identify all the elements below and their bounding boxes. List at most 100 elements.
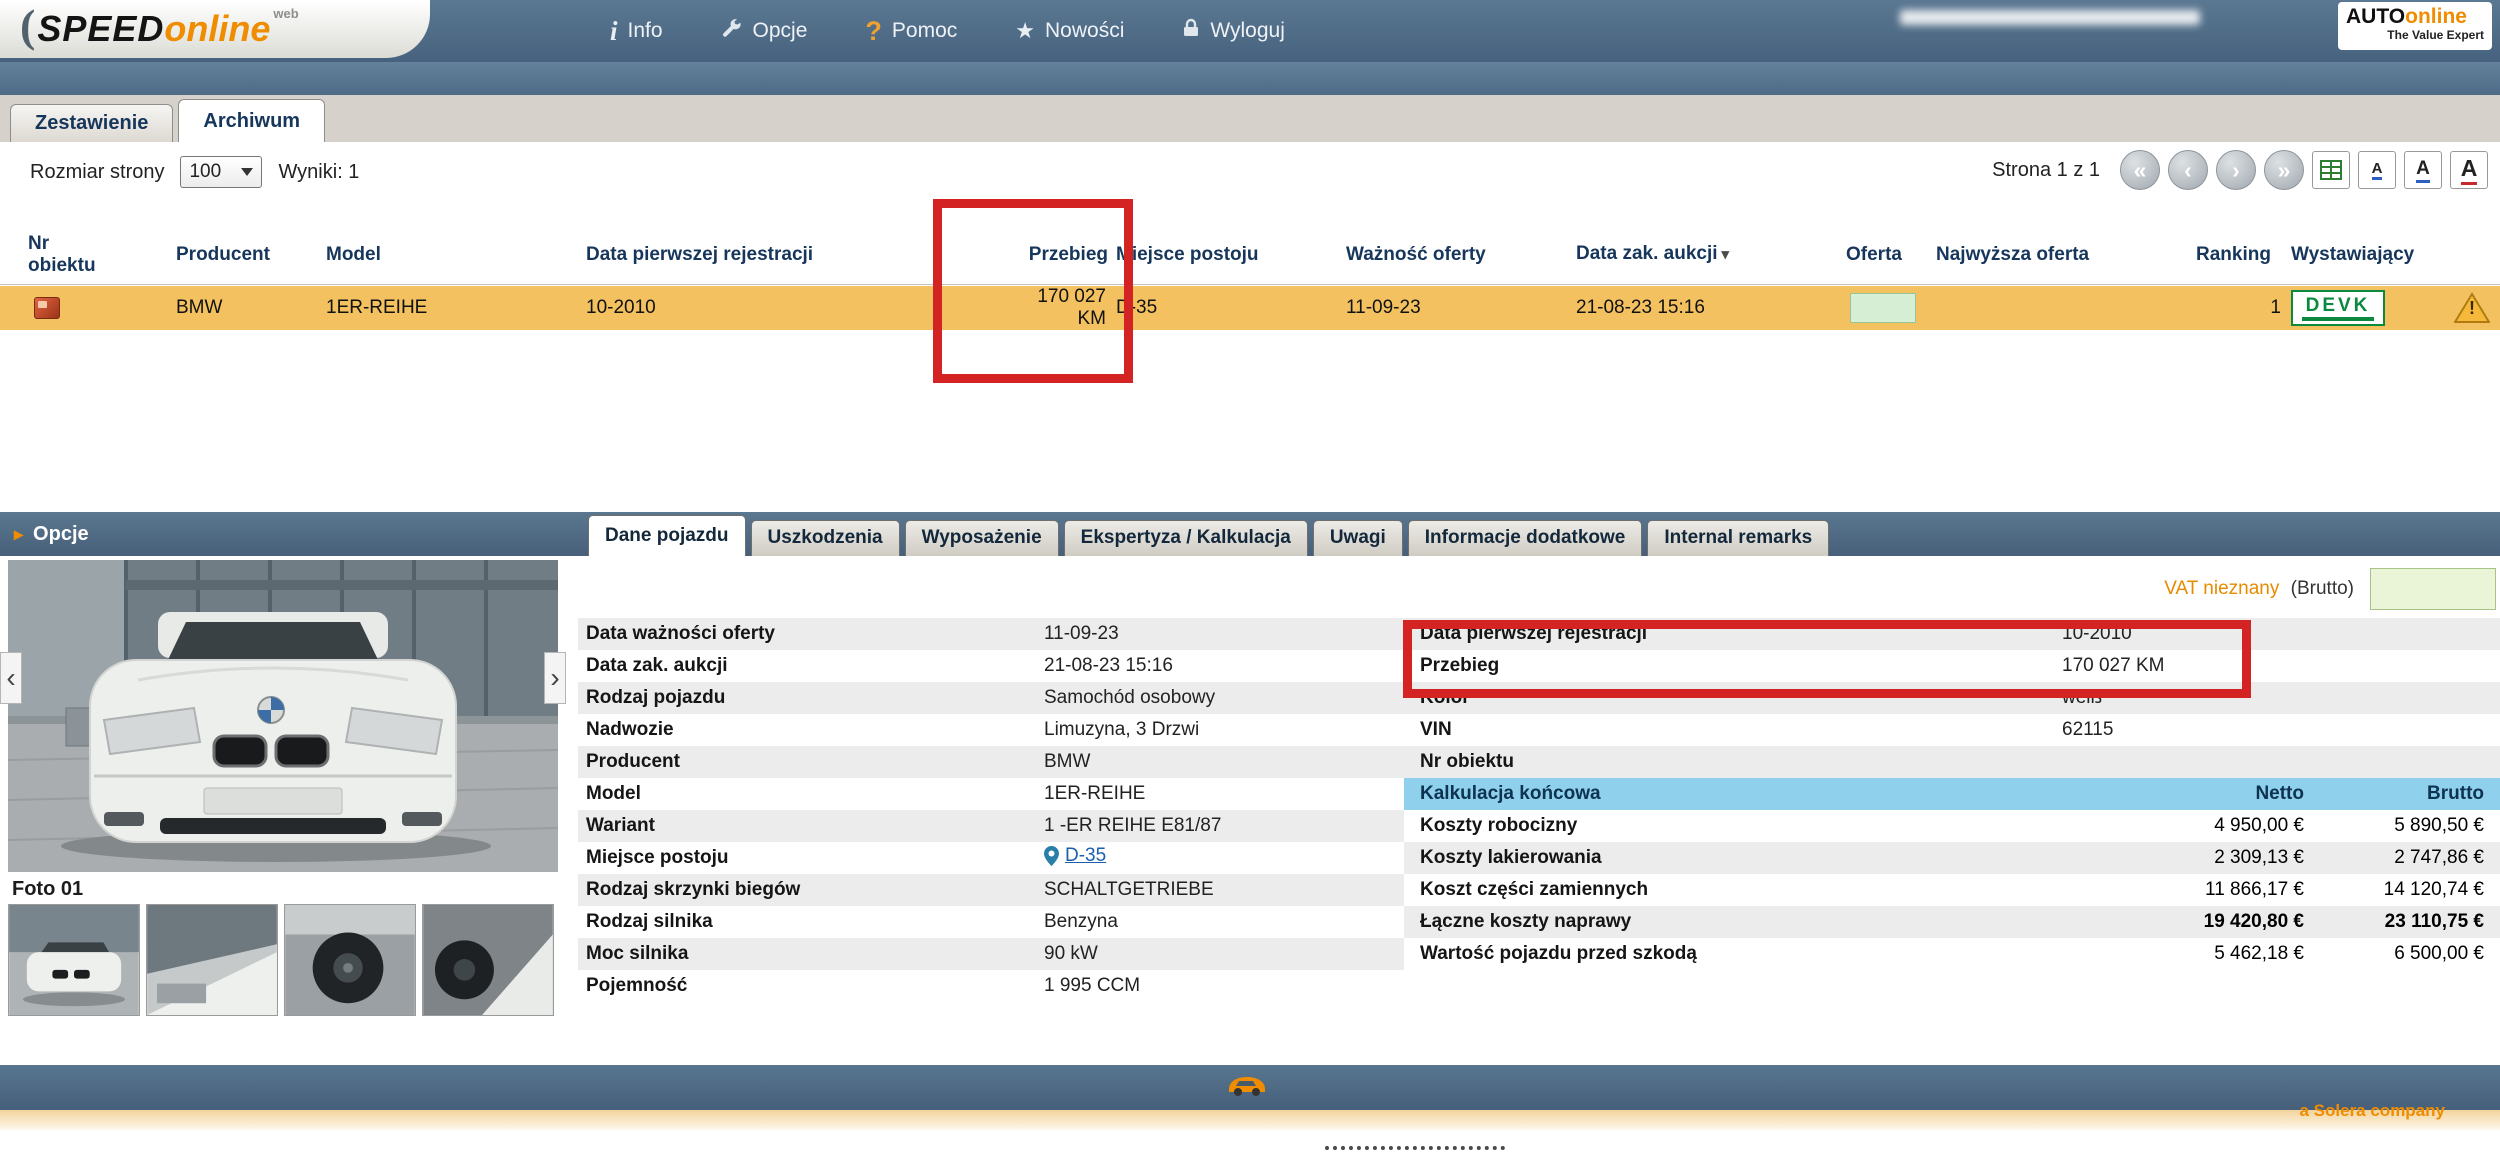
map-pin-icon <box>1044 846 1059 866</box>
menu-label: Info <box>628 19 663 43</box>
column-ranking[interactable]: Ranking <box>2190 244 2285 266</box>
first-page-button[interactable]: « <box>2120 150 2160 190</box>
calc-row: Koszt części zamiennych11 866,17 €14 120… <box>1404 874 2500 906</box>
list-toolbar-left: Rozmiar strony 100 Wyniki: 1 <box>30 156 359 188</box>
dotted-divider <box>1325 1146 1505 1150</box>
warning-icon[interactable]: ! <box>2454 292 2490 324</box>
detail-row: Moc silnika90 kW <box>578 938 1404 970</box>
menu-item-wyloguj[interactable]: Wyloguj <box>1182 17 1285 45</box>
previous-page-button[interactable]: ‹ <box>2168 150 2208 190</box>
thumbnail-1[interactable] <box>8 904 140 1016</box>
devk-logo-subtext <box>2302 317 2374 321</box>
gallery-previous-button[interactable]: ‹ <box>0 652 22 704</box>
detail-row: Rodzaj pojazduSamochód osobowy <box>578 682 1404 714</box>
vat-suffix: (Brutto) <box>2291 578 2354 599</box>
brand-online-text: online <box>2405 5 2467 28</box>
tab-uwagi[interactable]: Uwagi <box>1313 520 1403 556</box>
calc-row: Koszty robocizny4 950,00 €5 890,50 € <box>1404 810 2500 842</box>
logo-web-sup: web <box>273 6 298 21</box>
tab-wyposazenie[interactable]: Wyposażenie <box>905 520 1059 556</box>
help-icon: ? <box>865 16 882 47</box>
calc-header: Kalkulacja końcowa Netto Brutto <box>1404 778 2500 810</box>
options-toggle[interactable]: ▸ Opcje <box>14 512 89 556</box>
object-photo-icon <box>34 297 60 319</box>
results-panel: Rozmiar strony 100 Wyniki: 1 Strona 1 z … <box>0 142 2500 512</box>
tab-dane-pojazdu[interactable]: Dane pojazdu <box>588 515 746 556</box>
tab-ekspertyza-kalkulacja[interactable]: Ekspertyza / Kalkulacja <box>1064 520 1308 556</box>
table-header: Nr obiektu Producent Model Data pierwsze… <box>0 225 2500 285</box>
cell-ranking: 1 <box>2190 297 2285 319</box>
chevron-down-icon <box>241 168 253 176</box>
detail-row: NadwozieLimuzyna, 3 Drzwi <box>578 714 1404 746</box>
options-bar: ▸ Opcje Dane pojazdu Uszkodzenia Wyposaż… <box>0 512 2500 556</box>
cell-producent: BMW <box>170 297 320 319</box>
font-size-large-button[interactable]: A <box>2450 151 2488 189</box>
column-producent[interactable]: Producent <box>170 244 320 266</box>
logo-speed-text: SPEED <box>37 8 164 50</box>
calc-row: Koszty lakierowania2 309,13 €2 747,86 € <box>1404 842 2500 874</box>
tab-informacje-dodatkowe[interactable]: Informacje dodatkowe <box>1408 520 1643 556</box>
main-photo[interactable] <box>8 560 558 872</box>
detail-row: VIN62115 <box>1404 714 2500 746</box>
export-button[interactable] <box>2312 151 2350 189</box>
column-nr-obiektu[interactable]: Nr obiektu <box>0 233 110 277</box>
thumbnail-4[interactable] <box>422 904 554 1016</box>
export-table-icon <box>2319 158 2343 182</box>
username-blurred <box>1900 10 2200 25</box>
top-bar: ( SPEED online web i Info Opcje ? Pomoc … <box>0 0 2500 62</box>
menu-item-nowosci[interactable]: ★ Nowości <box>1015 18 1124 44</box>
location-link[interactable]: D-35 <box>1044 845 1106 867</box>
font-size-small-button[interactable]: A <box>2358 151 2396 189</box>
list-toolbar-right: Strona 1 z 1 « ‹ › » A A A <box>1992 150 2488 190</box>
cell-oferta <box>1840 293 1930 323</box>
wrench-icon <box>721 17 743 45</box>
speedonline-window: ( SPEED online web i Info Opcje ? Pomoc … <box>0 0 2500 1158</box>
column-model[interactable]: Model <box>320 244 580 266</box>
table-row[interactable]: BMW 1ER-REIHE 10-2010 170 027 KM D-35 11… <box>0 286 2500 330</box>
column-data-pierwszej-rejestracji[interactable]: Data pierwszej rejestracji <box>580 244 1000 266</box>
font-size-medium-button[interactable]: A <box>2404 151 2442 189</box>
column-miejsce-postoju[interactable]: Miejsce postoju <box>1110 244 1340 266</box>
brand-auto-text: AUTO <box>2346 5 2405 28</box>
results-count: Wyniki: 1 <box>278 161 359 184</box>
detail-row: Kolorweiß <box>1404 682 2500 714</box>
column-przebieg[interactable]: Przebieg <box>1000 244 1110 266</box>
detail-row: Nr obiektu <box>1404 746 2500 778</box>
calc-row: Wartość pojazdu przed szkodą5 462,18 €6 … <box>1404 938 2500 970</box>
page-size-value: 100 <box>189 161 221 183</box>
info-icon: i <box>610 16 618 47</box>
detail-rows-right: Data pierwszej rejestracji10-2010 Przebi… <box>1404 618 2500 970</box>
tab-uszkodzenia[interactable]: Uszkodzenia <box>751 520 900 556</box>
detail-row: Data zak. aukcji21-08-23 15:16 <box>578 650 1404 682</box>
oferta-input[interactable] <box>1850 293 1916 323</box>
thumbnail-3[interactable] <box>284 904 416 1016</box>
column-wystawiajacy[interactable]: Wystawiający <box>2285 244 2500 266</box>
menu-item-info[interactable]: i Info <box>610 16 663 47</box>
detail-row: ProducentBMW <box>578 746 1404 778</box>
triangle-right-icon: ▸ <box>14 524 23 545</box>
tab-zestawienie[interactable]: Zestawienie <box>10 104 173 142</box>
column-waznosc-oferty[interactable]: Ważność oferty <box>1340 244 1570 266</box>
object-cell <box>0 297 170 319</box>
next-page-button[interactable]: › <box>2216 150 2256 190</box>
thumbnail-2[interactable] <box>146 904 278 1016</box>
gallery-next-button[interactable]: › <box>544 652 566 704</box>
solera-company-label: a Solera company <box>2299 1101 2445 1121</box>
star-icon: ★ <box>1015 18 1035 44</box>
tab-internal-remarks[interactable]: Internal remarks <box>1647 520 1829 556</box>
detail-row: Model1ER-REIHE <box>578 778 1404 810</box>
column-oferta[interactable]: Oferta <box>1840 244 1930 266</box>
menu-item-pomoc[interactable]: ? Pomoc <box>865 16 957 47</box>
photo-caption: Foto 01 <box>12 878 83 901</box>
last-page-button[interactable]: » <box>2264 150 2304 190</box>
detail-row: Data ważności oferty11-09-23 <box>578 618 1404 650</box>
tab-archiwum[interactable]: Archiwum <box>178 99 325 142</box>
calc-row-total: Łączne koszty naprawy19 420,80 €23 110,7… <box>1404 906 2500 938</box>
column-data-zak-aukcji[interactable]: Data zak. aukcji▾ <box>1570 243 1840 266</box>
detail-row: Wariant1 -ER REIHE E81/87 <box>578 810 1404 842</box>
menu-item-opcje[interactable]: Opcje <box>721 17 808 45</box>
vat-value-box[interactable] <box>2370 568 2496 610</box>
column-najwyzsza-oferta[interactable]: Najwyższa oferta <box>1930 244 2190 266</box>
page-size-select[interactable]: 100 <box>180 156 262 188</box>
detail-row: Rodzaj skrzynki biegówSCHALTGETRIEBE <box>578 874 1404 906</box>
